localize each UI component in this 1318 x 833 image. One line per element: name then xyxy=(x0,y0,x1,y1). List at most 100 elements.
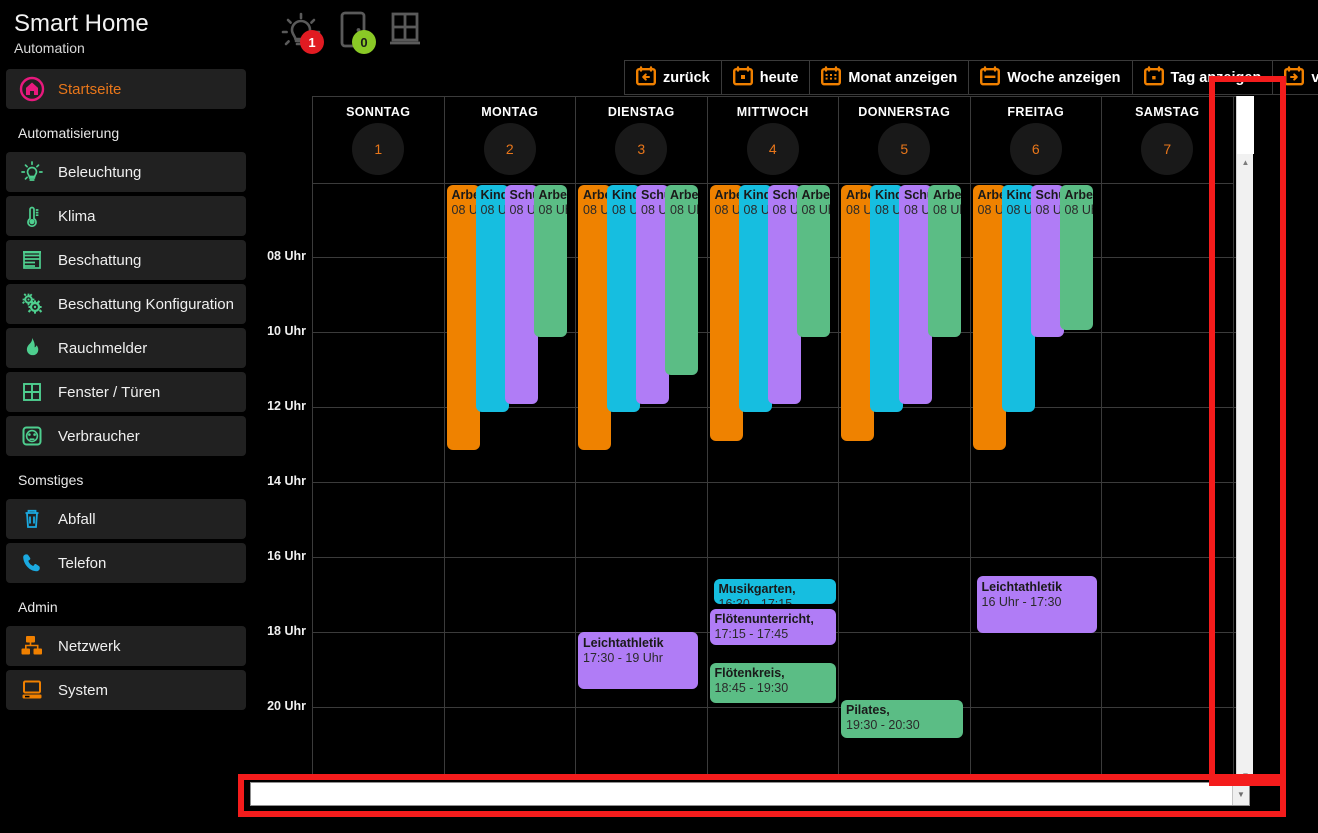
sidebar-item-label: System xyxy=(58,681,109,699)
calendar-event[interactable]: Arbeit08 Uhr - 16:30 xyxy=(446,185,480,450)
scroll-up-arrow-icon[interactable]: ▲ xyxy=(1237,154,1254,171)
calendar-filter-select[interactable]: ▼ xyxy=(250,782,1250,806)
calendar-day-icon xyxy=(1143,65,1164,90)
door-count-badge: 0 xyxy=(352,30,376,54)
sidebar-item-label: Rauchmelder xyxy=(58,339,148,357)
toolbar-button-label: vor xyxy=(1311,69,1318,86)
door-status-icon[interactable]: 0 xyxy=(330,8,376,54)
toolbar-button-tag-anzeigen[interactable]: Tag anzeigen xyxy=(1132,60,1274,95)
sidebar-item-beschattung[interactable]: Beschattung xyxy=(6,240,246,280)
event-time: 17:15 - 17:45 xyxy=(714,627,789,641)
calendar-event[interactable]: Kindergarten08 Uhr - 15:30 xyxy=(738,185,772,412)
calendar-day-header: DONNERSTAG 5 xyxy=(839,97,970,184)
toolbar-button-vor[interactable]: vor xyxy=(1273,60,1318,95)
sidebar-item-rauchmelder[interactable]: Rauchmelder xyxy=(6,328,246,368)
day-name: FREITAG xyxy=(1007,105,1065,119)
hour-label: 12 Uhr xyxy=(267,399,306,413)
calendar-event[interactable]: Arbeit08 Uhr - 13:30 xyxy=(796,185,830,337)
day-number[interactable]: 7 xyxy=(1141,123,1194,175)
calendar-day-header: FREITAG 6 xyxy=(970,97,1101,184)
sidebar-item-verbraucher[interactable]: Verbraucher xyxy=(6,416,246,456)
window-status-icon[interactable] xyxy=(382,8,428,52)
day-name: DONNERSTAG xyxy=(858,105,951,119)
event-time: 08 Uhr - 15:30 xyxy=(875,203,903,217)
day-name: MITTWOCH xyxy=(736,105,809,119)
calendar-event[interactable]: Arbeit08 Uhr - 14:30 xyxy=(665,185,698,375)
lightbulb-status-icon[interactable]: 1 xyxy=(278,8,324,54)
sidebar-item-fenster-t-ren[interactable]: Fenster / Türen xyxy=(6,372,246,412)
calendar-event[interactable]: Arbeit08 Uhr - 16:30 xyxy=(972,185,1006,450)
event-time: 08 Uhr - 13:30 xyxy=(1035,203,1064,217)
event-title: Schule xyxy=(509,188,538,202)
calendar-event[interactable]: Leichtathletik 16 Uhr - 17:30 xyxy=(976,576,1097,633)
event-title: Kindergarten xyxy=(1006,188,1035,202)
chevron-down-icon[interactable]: ▼ xyxy=(1232,783,1249,805)
calendar-event[interactable]: Musikgarten, 16:30 - 17:15 xyxy=(713,579,836,604)
toolbar-button-heute[interactable]: heute xyxy=(721,60,811,95)
event-time: 08 Uhr - 13:30 xyxy=(801,203,830,217)
sidebar-item-beleuchtung[interactable]: Beleuchtung xyxy=(6,152,246,192)
sidebar-nav: Startseite Automatisierung Beleuchtung Klim… xyxy=(0,57,252,710)
day-number[interactable]: 1 xyxy=(352,123,405,175)
scrollbar-thumb[interactable] xyxy=(1237,96,1254,154)
calendar-event[interactable]: Kindergarten08 Uhr - 15:30 xyxy=(1001,185,1035,412)
calendar-event[interactable]: Pilates, 19:30 - 20:30 xyxy=(841,700,963,738)
event-time: 08 Uhr - 15:30 xyxy=(612,203,640,217)
calendar-event[interactable]: Schule08 Uhr - 15:15 xyxy=(767,185,801,404)
event-time: 18:45 - 19:30 xyxy=(714,681,789,695)
calendar-event[interactable]: Kindergarten08 Uhr - 15:30 xyxy=(475,185,509,412)
flame-icon xyxy=(6,335,58,361)
event-title: Arbeit xyxy=(977,188,1006,202)
toolbar-button-woche-anzeigen[interactable]: Woche anzeigen xyxy=(969,60,1133,95)
sidebar-item-netzwerk[interactable]: Netzwerk xyxy=(6,626,246,666)
event-title: Schule xyxy=(904,188,932,202)
hour-label: 18 Uhr xyxy=(267,624,306,638)
calendar-event[interactable]: Arbeit08 Uhr - 16:15 xyxy=(709,185,743,441)
event-time: 16:30 - 17:15 xyxy=(718,597,793,604)
event-title: Schule xyxy=(772,188,801,202)
calendar-event[interactable]: Flötenkreis, 18:45 - 19:30 xyxy=(709,663,836,703)
app-root: Smart Home Automation Startseite Automati… xyxy=(0,0,1318,833)
phone-icon xyxy=(6,550,58,576)
sidebar-group-label-admin: Admin xyxy=(18,599,58,615)
toolbar-button-label: Monat anzeigen xyxy=(848,69,958,86)
network-icon xyxy=(6,633,58,659)
event-title: Arbeit xyxy=(538,188,567,202)
calendar-event[interactable]: Arbeit08 Uhr - 13:30 xyxy=(928,185,961,337)
day-name: SONNTAG xyxy=(346,105,411,119)
event-time: 08 Uhr - 14:30 xyxy=(670,203,698,217)
calendar-event[interactable]: Arbeit08 Uhr - 13:30 xyxy=(533,185,567,337)
day-number[interactable]: 5 xyxy=(878,123,931,175)
event-title: Schule xyxy=(1035,188,1064,202)
hour-label: 08 Uhr xyxy=(267,249,306,263)
event-time: 08 Uhr - 15:15 xyxy=(509,203,538,217)
calendar-event[interactable]: Leichtathletik 17:30 - 19 Uhr xyxy=(578,632,698,689)
day-number[interactable]: 2 xyxy=(483,123,536,175)
calendar-event[interactable]: Schule08 Uhr - 15:15 xyxy=(504,185,538,404)
event-time: 08 Uhr - 13:15 xyxy=(1064,203,1093,217)
sidebar-item-telefon[interactable]: Telefon xyxy=(6,543,246,583)
calendar-event[interactable]: Arbeit08 Uhr - 13:15 xyxy=(1059,185,1093,330)
sidebar-item-system[interactable]: System xyxy=(6,670,246,710)
calendar-event-layer: Arbeit08 Uhr - 16:30Kindergarten08 Uhr -… xyxy=(313,185,1239,777)
day-number[interactable]: 4 xyxy=(746,123,799,175)
day-number[interactable]: 6 xyxy=(1009,123,1062,175)
brand: Smart Home Automation xyxy=(0,0,252,57)
day-name: SAMSTAG xyxy=(1135,105,1200,119)
sidebar-item-beschattung-konfiguration[interactable]: Beschattung Konfiguration xyxy=(6,284,246,324)
calendar-event[interactable]: Flötenunterricht, 17:15 - 17:45 xyxy=(709,609,836,645)
calendar-vertical-scrollbar[interactable]: ▲ ▼ xyxy=(1236,96,1254,784)
calendar-event[interactable]: Schule08 Uhr - 13:30 xyxy=(1030,185,1064,337)
thermometer-icon xyxy=(6,203,58,229)
sidebar-item-klima[interactable]: Klima xyxy=(6,196,246,236)
sidebar-item-label: Beschattung Konfiguration xyxy=(58,295,234,313)
toolbar-button-zur-ck[interactable]: zurück xyxy=(624,60,722,95)
sidebar-item-abfall[interactable]: Abfall xyxy=(6,499,246,539)
day-number[interactable]: 3 xyxy=(615,123,668,175)
sidebar-item-label: Startseite xyxy=(58,80,122,98)
sidebar-item-startseite[interactable]: Startseite xyxy=(6,69,246,109)
toolbar-button-monat-anzeigen[interactable]: Monat anzeigen xyxy=(810,60,970,95)
event-time: 08 Uhr - 13:30 xyxy=(538,203,567,217)
blinds-icon xyxy=(6,247,58,273)
calendar-today-icon xyxy=(732,65,753,90)
